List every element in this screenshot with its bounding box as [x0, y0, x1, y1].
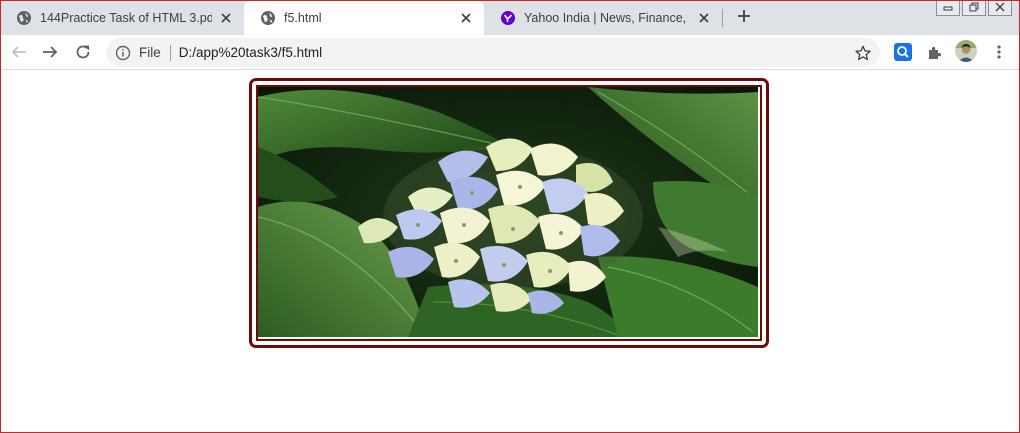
star-icon[interactable] [855, 45, 871, 61]
restore-button[interactable] [962, 0, 986, 16]
tab-strip: 144Practice Task of HTML 3.pdf f5.html Y… [0, 0, 1020, 35]
scheme-label: File [139, 45, 161, 60]
minimize-button[interactable] [936, 0, 960, 16]
hydrangea-flower-image [258, 87, 758, 337]
forward-arrow-icon [42, 44, 58, 63]
back-arrow-icon [11, 44, 27, 63]
globe-icon [260, 10, 276, 26]
tab-title: 144Practice Task of HTML 3.pdf [40, 10, 212, 25]
yahoo-icon [500, 10, 516, 26]
new-tab-button[interactable] [734, 7, 754, 27]
avatar[interactable] [955, 40, 977, 62]
hydrangea-image-frame [249, 78, 769, 348]
reload-icon [75, 44, 91, 63]
tab-title: Yahoo India | News, Finance, Cricket [524, 10, 690, 25]
search-extension-icon [894, 42, 912, 64]
tab-f5-html[interactable]: f5.html [244, 0, 484, 35]
restore-icon [969, 0, 979, 15]
more-vertical-icon [997, 44, 1001, 63]
browser-toolbar: File D:/app%20task3/f5.html [0, 35, 1020, 70]
address-bar[interactable]: File D:/app%20task3/f5.html [106, 38, 880, 67]
window-controls [934, 0, 1012, 16]
close-tab-icon[interactable] [218, 10, 234, 26]
chrome-menu-button[interactable] [986, 40, 1012, 66]
globe-icon [16, 10, 32, 26]
back-button[interactable] [6, 40, 32, 66]
info-icon[interactable] [115, 45, 131, 61]
tab-separator [722, 9, 723, 27]
tab-title: f5.html [284, 10, 322, 25]
address-divider [169, 44, 171, 61]
close-tab-icon[interactable] [696, 10, 712, 26]
plus-icon [737, 9, 751, 26]
tab-practice-pdf[interactable]: 144Practice Task of HTML 3.pdf [0, 0, 244, 35]
tab-yahoo-india[interactable]: Yahoo India | News, Finance, Cricket [484, 0, 722, 35]
hydrangea-image [256, 85, 762, 341]
extensions-button[interactable] [922, 40, 948, 66]
close-tab-icon[interactable] [458, 10, 474, 26]
url-text[interactable]: D:/app%20task3/f5.html [179, 45, 855, 60]
close-icon [995, 0, 1005, 15]
search-extension-button[interactable] [890, 40, 916, 66]
reload-button[interactable] [70, 40, 96, 66]
minimize-icon [943, 0, 953, 15]
forward-button[interactable] [37, 40, 63, 66]
puzzle-extension-icon [927, 44, 943, 63]
close-window-button[interactable] [988, 0, 1012, 16]
